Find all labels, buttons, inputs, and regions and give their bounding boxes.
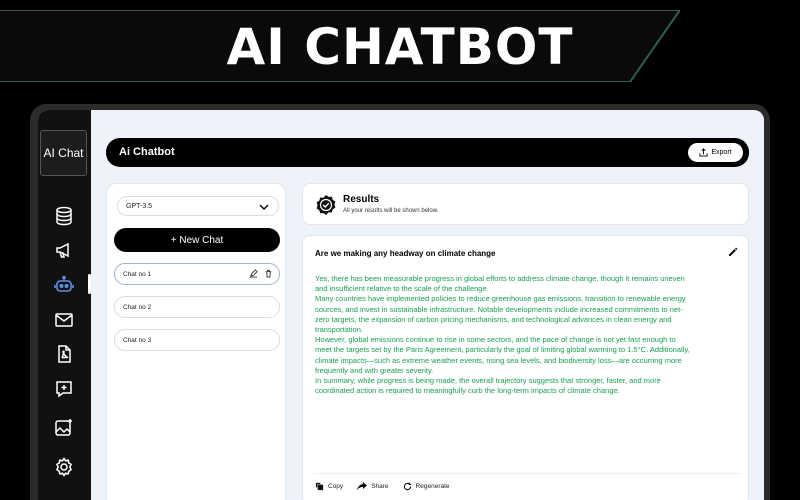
robot-icon[interactable]	[52, 273, 76, 297]
share-icon	[357, 482, 368, 491]
banner-title: AI CHATBOT	[226, 18, 574, 76]
export-button[interactable]: Export	[688, 143, 743, 162]
upload-icon	[699, 148, 708, 157]
chat-item-label: Chat no 3	[123, 336, 152, 344]
answer-paragraph: However, global emissions continue to ri…	[315, 335, 690, 375]
export-label: Export	[711, 149, 732, 156]
model-select-value: GPT-3.5	[126, 202, 153, 210]
regenerate-label: Regenerate	[415, 483, 450, 490]
top-bar: Ai Chatbot Export	[106, 138, 749, 167]
sidebar-logo[interactable]: AI Chat	[40, 130, 87, 176]
pdf-icon[interactable]	[52, 342, 76, 366]
image-plus-icon[interactable]	[52, 416, 76, 440]
answer-paragraph: Many countries have implemented policies…	[315, 294, 686, 335]
copy-label: Copy	[328, 483, 344, 490]
mail-icon[interactable]	[52, 308, 76, 332]
answer-paragraph: Yes, there has been measurable progress …	[315, 274, 685, 294]
chat-item[interactable]: Chat no 1	[114, 263, 280, 285]
database-icon[interactable]	[52, 204, 76, 228]
results-subtitle: All your results will be shown below.	[343, 208, 439, 214]
copy-button[interactable]: Copy	[315, 482, 343, 491]
new-chat-button[interactable]: + New Chat	[114, 228, 280, 252]
regenerate-button[interactable]: Regenerate	[403, 482, 450, 491]
copy-icon	[315, 482, 324, 491]
divider	[313, 473, 741, 474]
chat-item[interactable]: Chat no 3	[114, 329, 280, 351]
settings-icon[interactable]	[52, 455, 76, 479]
refresh-icon	[403, 482, 411, 491]
share-label: Share	[371, 483, 389, 490]
chat-item-label: Chat no 1	[123, 270, 152, 278]
answer-paragraph: In summary, while progress is being made…	[315, 376, 661, 396]
page-title: Ai Chatbot	[119, 146, 175, 158]
edit-question-icon[interactable]	[728, 247, 738, 257]
active-indicator	[88, 274, 91, 294]
results-header: Results All your results will be shown b…	[302, 183, 749, 225]
answer-card: Are we making any headway on climate cha…	[302, 235, 749, 500]
megaphone-icon[interactable]	[52, 238, 76, 262]
chat-item[interactable]: Chat no 2	[114, 296, 280, 318]
answer-actions: Copy Share Regenerate	[315, 482, 450, 491]
chat-list-panel: GPT-3.5 + New Chat Chat no 1 Chat no 2 C…	[106, 183, 286, 500]
share-button[interactable]: Share	[357, 482, 389, 491]
chevron-down-icon	[259, 204, 269, 210]
trash-icon[interactable]	[264, 269, 273, 278]
question-text: Are we making any headway on climate cha…	[315, 249, 496, 258]
chat-item-label: Chat no 2	[123, 303, 152, 311]
results-title: Results	[343, 194, 380, 205]
model-select[interactable]: GPT-3.5	[117, 196, 279, 216]
verified-badge-icon	[316, 195, 336, 215]
answer-text: Yes, there has been measurable progress …	[315, 274, 690, 396]
chat-plus-icon[interactable]	[52, 377, 76, 401]
sidebar: AI Chat	[38, 110, 91, 500]
edit-icon[interactable]	[249, 269, 258, 278]
app-screen: AI Chat Ai Chatbot Export GPT-3.5 + New …	[38, 110, 764, 500]
